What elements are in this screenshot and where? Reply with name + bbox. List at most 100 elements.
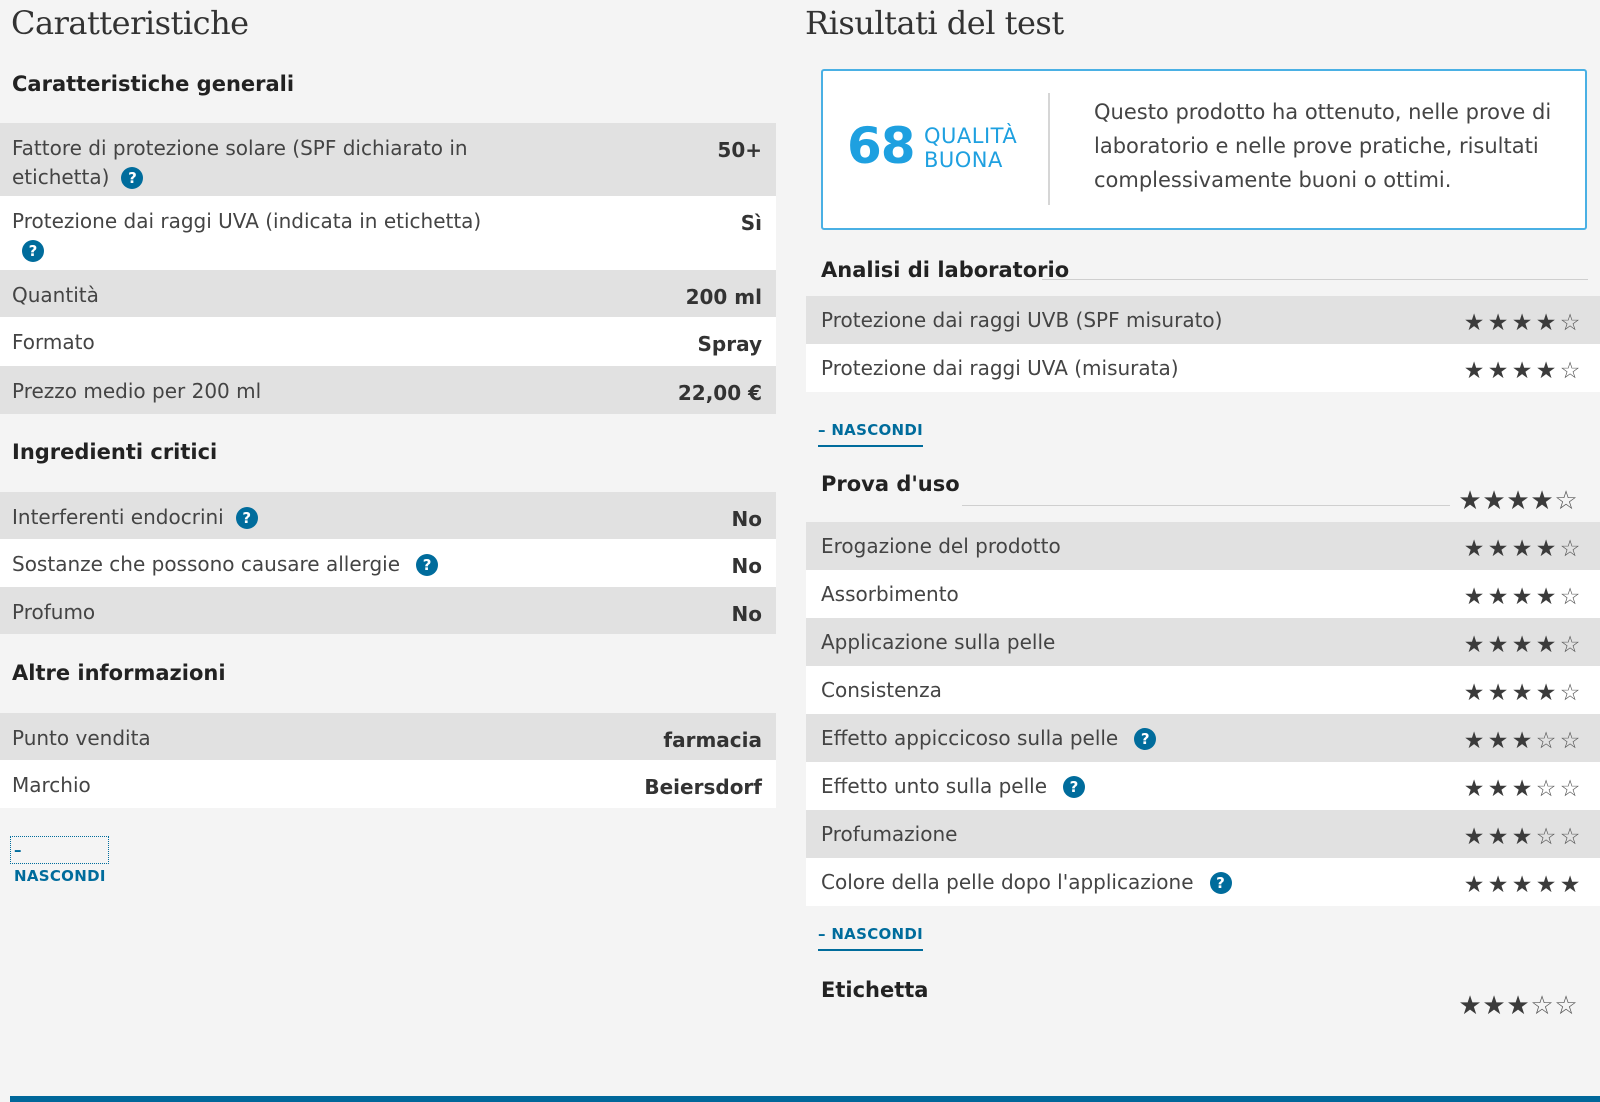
star-filled-icon: ★	[1535, 358, 1557, 384]
star-filled-icon: ★	[1463, 872, 1485, 898]
other-info-heading: Altre informazioni	[12, 661, 226, 685]
star-rating: ★ ★ ★ ☆ ☆	[1462, 723, 1582, 756]
star-filled-icon: ★	[1458, 486, 1482, 516]
star-filled-icon: ★	[1535, 584, 1557, 610]
star-filled-icon: ★	[1487, 824, 1509, 850]
star-filled-icon: ★	[1511, 584, 1533, 610]
star-rating: ★ ★ ★ ★ ☆	[1462, 531, 1582, 564]
row-value: No	[731, 554, 762, 578]
star-filled-icon: ★	[1506, 991, 1530, 1021]
question-icon[interactable]: ?	[416, 554, 439, 576]
star-filled-icon: ★	[1530, 486, 1554, 516]
question-icon[interactable]: ?	[121, 167, 144, 189]
row-value: Sì	[740, 211, 762, 235]
row-label: Sostanze che possono causare allergie?	[12, 550, 439, 579]
critical-ingredients-table: Interferenti endocrini? No Sostanze che …	[0, 492, 776, 634]
hide-lab-analysis-button[interactable]: – NASCONDI	[818, 421, 924, 447]
label-rating: ★ ★ ★ ☆ ☆	[1458, 988, 1578, 1021]
score-divider	[1048, 93, 1050, 205]
star-outline-icon: ☆	[1559, 584, 1581, 610]
star-outline-icon: ☆	[1554, 486, 1578, 516]
table-row: Protezione dai raggi UVB (SPF misurato) …	[806, 296, 1600, 344]
star-filled-icon: ★	[1506, 486, 1530, 516]
table-row: Prezzo medio per 200 ml 22,00 €	[0, 366, 776, 414]
question-icon[interactable]: ?	[1063, 776, 1086, 798]
table-row: Protezione dai raggi UVA (misurata) ★ ★ ★ ★…	[806, 344, 1600, 392]
quality-label: QUALITÀ BUONA	[924, 124, 1018, 172]
star-filled-icon: ★	[1463, 680, 1485, 706]
star-filled-icon: ★	[1535, 872, 1557, 898]
star-filled-icon: ★	[1535, 680, 1557, 706]
star-filled-icon: ★	[1458, 991, 1482, 1021]
star-filled-icon: ★	[1511, 358, 1533, 384]
characteristics-title: Caratteristiche	[11, 4, 249, 42]
star-filled-icon: ★	[1487, 584, 1509, 610]
star-rating: ★ ★ ★ ☆ ☆	[1462, 819, 1582, 852]
star-outline-icon: ☆	[1535, 728, 1557, 754]
star-filled-icon: ★	[1463, 358, 1485, 384]
section-divider	[1042, 279, 1588, 280]
row-value: farmacia	[663, 728, 762, 752]
star-rating: ★ ★ ★ ★ ☆	[1462, 353, 1582, 386]
question-icon[interactable]: ?	[22, 240, 44, 262]
star-filled-icon: ★	[1559, 872, 1581, 898]
row-value: 50+	[717, 138, 762, 162]
row-label: Punto vendita	[12, 726, 151, 750]
star-outline-icon: ☆	[1559, 728, 1581, 754]
row-label: Protezione dai raggi UVA (indicata in et…	[12, 209, 482, 262]
star-filled-icon: ★	[1463, 728, 1485, 754]
table-row: Consistenza ★ ★ ★ ★ ☆	[806, 666, 1600, 714]
star-filled-icon: ★	[1511, 632, 1533, 658]
table-row: Colore della pelle dopo l'applicazione? …	[806, 858, 1600, 906]
general-characteristics-heading: Caratteristiche generali	[12, 72, 295, 96]
star-filled-icon: ★	[1487, 680, 1509, 706]
star-filled-icon: ★	[1487, 632, 1509, 658]
row-value: Beiersdorf	[644, 775, 762, 799]
lab-analysis-heading: Analisi di laboratorio	[821, 258, 1070, 282]
row-value: 22,00 €	[677, 381, 762, 405]
star-outline-icon: ☆	[1530, 991, 1554, 1021]
row-label: Interferenti endocrini?	[12, 503, 258, 532]
table-row: Marchio Beiersdorf	[0, 760, 776, 808]
star-filled-icon: ★	[1511, 536, 1533, 562]
row-label: Prezzo medio per 200 ml	[12, 379, 262, 403]
row-value: 200 ml	[685, 285, 762, 309]
score-card: 68 QUALITÀ BUONA Questo prodotto ha otten…	[821, 69, 1587, 230]
star-outline-icon: ☆	[1559, 358, 1581, 384]
question-icon[interactable]: ?	[1209, 872, 1232, 894]
star-filled-icon: ★	[1511, 310, 1533, 336]
star-filled-icon: ★	[1482, 486, 1506, 516]
star-filled-icon: ★	[1511, 872, 1533, 898]
table-row: Punto vendita farmacia	[0, 713, 776, 760]
question-icon[interactable]: ?	[235, 507, 258, 529]
star-filled-icon: ★	[1487, 776, 1509, 802]
table-row: Quantità 200 ml	[0, 270, 776, 317]
row-label: Quantità	[12, 283, 99, 307]
star-filled-icon: ★	[1511, 680, 1533, 706]
table-row: Effetto appiccicoso sulla pelle? ★ ★ ★ ☆ ☆	[806, 714, 1600, 762]
table-row: Effetto unto sulla pelle? ★ ★ ★ ☆ ☆	[806, 762, 1600, 810]
star-rating: ★ ★ ★ ★ ☆	[1462, 675, 1582, 708]
row-label: Formato	[12, 330, 95, 354]
hide-usage-test-button[interactable]: – NASCONDI	[818, 925, 924, 951]
star-filled-icon: ★	[1487, 358, 1509, 384]
star-filled-icon: ★	[1535, 632, 1557, 658]
row-label: Assorbimento	[821, 582, 959, 606]
row-label: Erogazione del prodotto	[821, 534, 1061, 558]
question-icon[interactable]: ?	[1134, 728, 1157, 750]
star-filled-icon: ★	[1487, 536, 1509, 562]
row-label: Profumazione	[821, 822, 958, 846]
hide-characteristics-button[interactable]: – NASCONDI	[10, 836, 109, 885]
other-info-table: Punto vendita farmacia Marchio Beiersdor…	[0, 713, 776, 808]
star-outline-icon: ☆	[1535, 776, 1557, 802]
general-characteristics-table: Fattore di protezione solare (SPF dichia…	[0, 123, 776, 414]
star-outline-icon: ☆	[1559, 310, 1581, 336]
star-filled-icon: ★	[1463, 584, 1485, 610]
section-divider	[962, 505, 1450, 506]
star-filled-icon: ★	[1463, 632, 1485, 658]
star-filled-icon: ★	[1535, 536, 1557, 562]
star-outline-icon: ☆	[1559, 776, 1581, 802]
star-filled-icon: ★	[1535, 310, 1557, 336]
star-filled-icon: ★	[1487, 728, 1509, 754]
star-outline-icon: ☆	[1559, 824, 1581, 850]
